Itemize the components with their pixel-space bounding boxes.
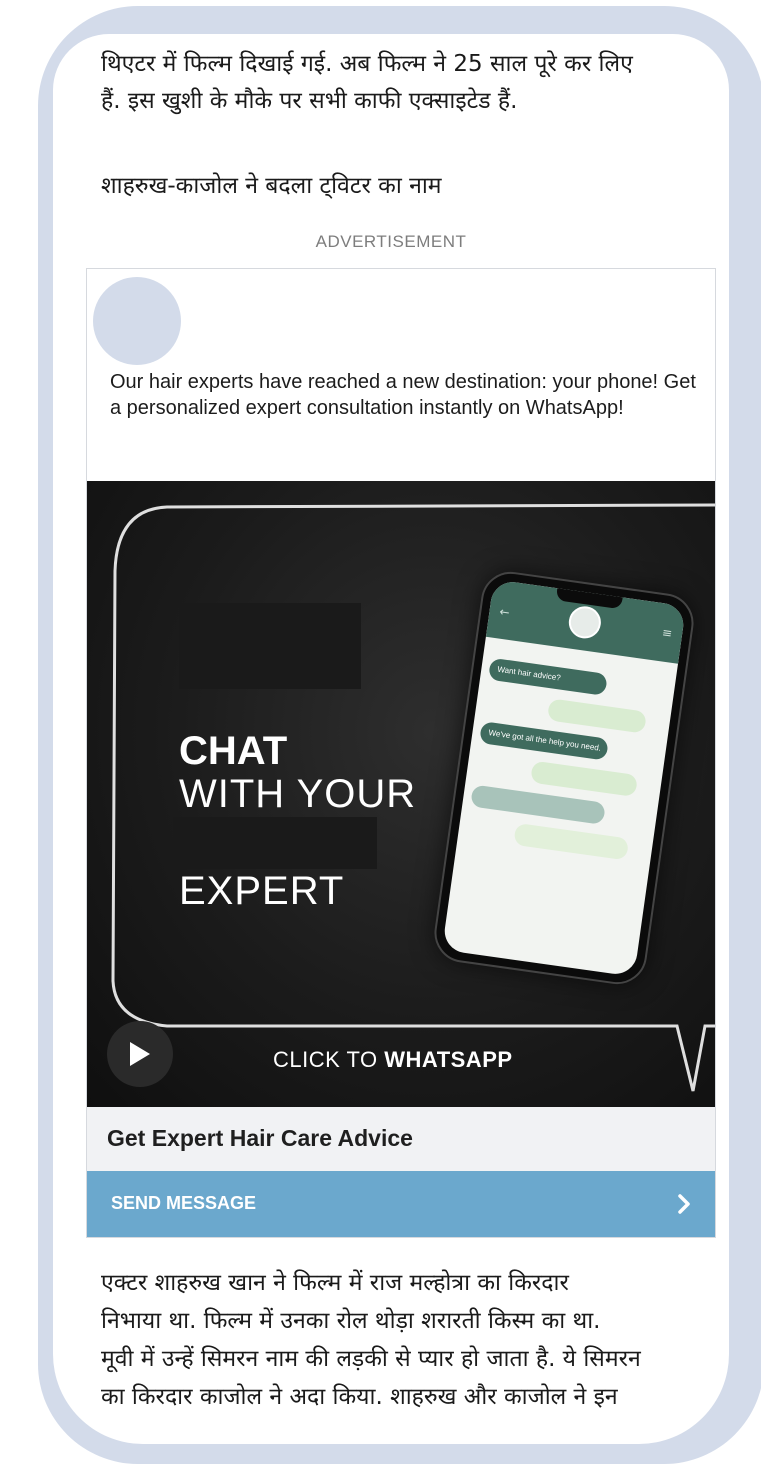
ad-footer: Get Expert Hair Care Advice — [87, 1107, 715, 1171]
cta-bold: WHATSAPP — [384, 1047, 513, 1072]
back-arrow-icon: ← — [498, 604, 511, 620]
chevron-right-icon — [678, 1194, 690, 1214]
advertisement-label: ADVERTISEMENT — [315, 232, 467, 251]
click-to-whatsapp-text: CLICK TO WHATSAPP — [273, 1047, 513, 1073]
media-headline-chat: CHAT — [179, 729, 288, 773]
article-screen: थिएटर में फिल्म दिखाई गई. अब फिल्म ने 25… — [53, 34, 729, 1444]
chat-bubble-sent — [530, 760, 639, 798]
ad-body-text: Our hair experts have reached a new dest… — [110, 371, 696, 419]
redacted-block — [179, 603, 361, 689]
article-paragraph: थिएटर में फिल्म दिखाई गई. अब फिल्म ने 25… — [101, 51, 633, 114]
article-subheading: शाहरुख-काजोल ने बदला ट्विटर का नाम — [101, 173, 442, 199]
redacted-block — [173, 817, 377, 869]
media-headline-with-your: WITH YOUR — [179, 772, 417, 816]
ad-title: Get Expert Hair Care Advice — [107, 1125, 413, 1151]
menu-icon: ≡ — [661, 625, 674, 641]
ad-card[interactable]: Our hair experts have reached a new dest… — [86, 268, 716, 1238]
article-paragraph: एक्टर शाहरुख खान ने फिल्म में राज मल्होत… — [101, 1270, 641, 1410]
ad-media-video[interactable]: CHAT WITH YOUR EXPERT ← ≡ Want hair advi… — [87, 481, 715, 1107]
chat-bubble-received: We've got all the help you need. — [479, 721, 609, 761]
phone-notch — [555, 586, 623, 610]
media-headline-expert: EXPERT — [179, 869, 345, 913]
chat-bubble-sent — [513, 822, 630, 861]
chat-bubble-received: Want hair advice? — [487, 657, 608, 696]
play-button[interactable] — [107, 1021, 173, 1087]
chat-header: ← ≡ — [485, 579, 687, 664]
phone-screen: ← ≡ Want hair advice? We've got all the … — [441, 579, 687, 977]
cta-prefix: CLICK TO — [273, 1047, 385, 1072]
play-icon — [130, 1042, 150, 1066]
advertiser-avatar — [93, 277, 181, 365]
send-message-label: SEND MESSAGE — [111, 1193, 257, 1213]
chat-avatar — [566, 604, 603, 641]
chat-bubble-sent — [546, 698, 648, 734]
send-message-button[interactable]: SEND MESSAGE — [87, 1171, 715, 1237]
chat-bubble-received — [470, 784, 606, 825]
